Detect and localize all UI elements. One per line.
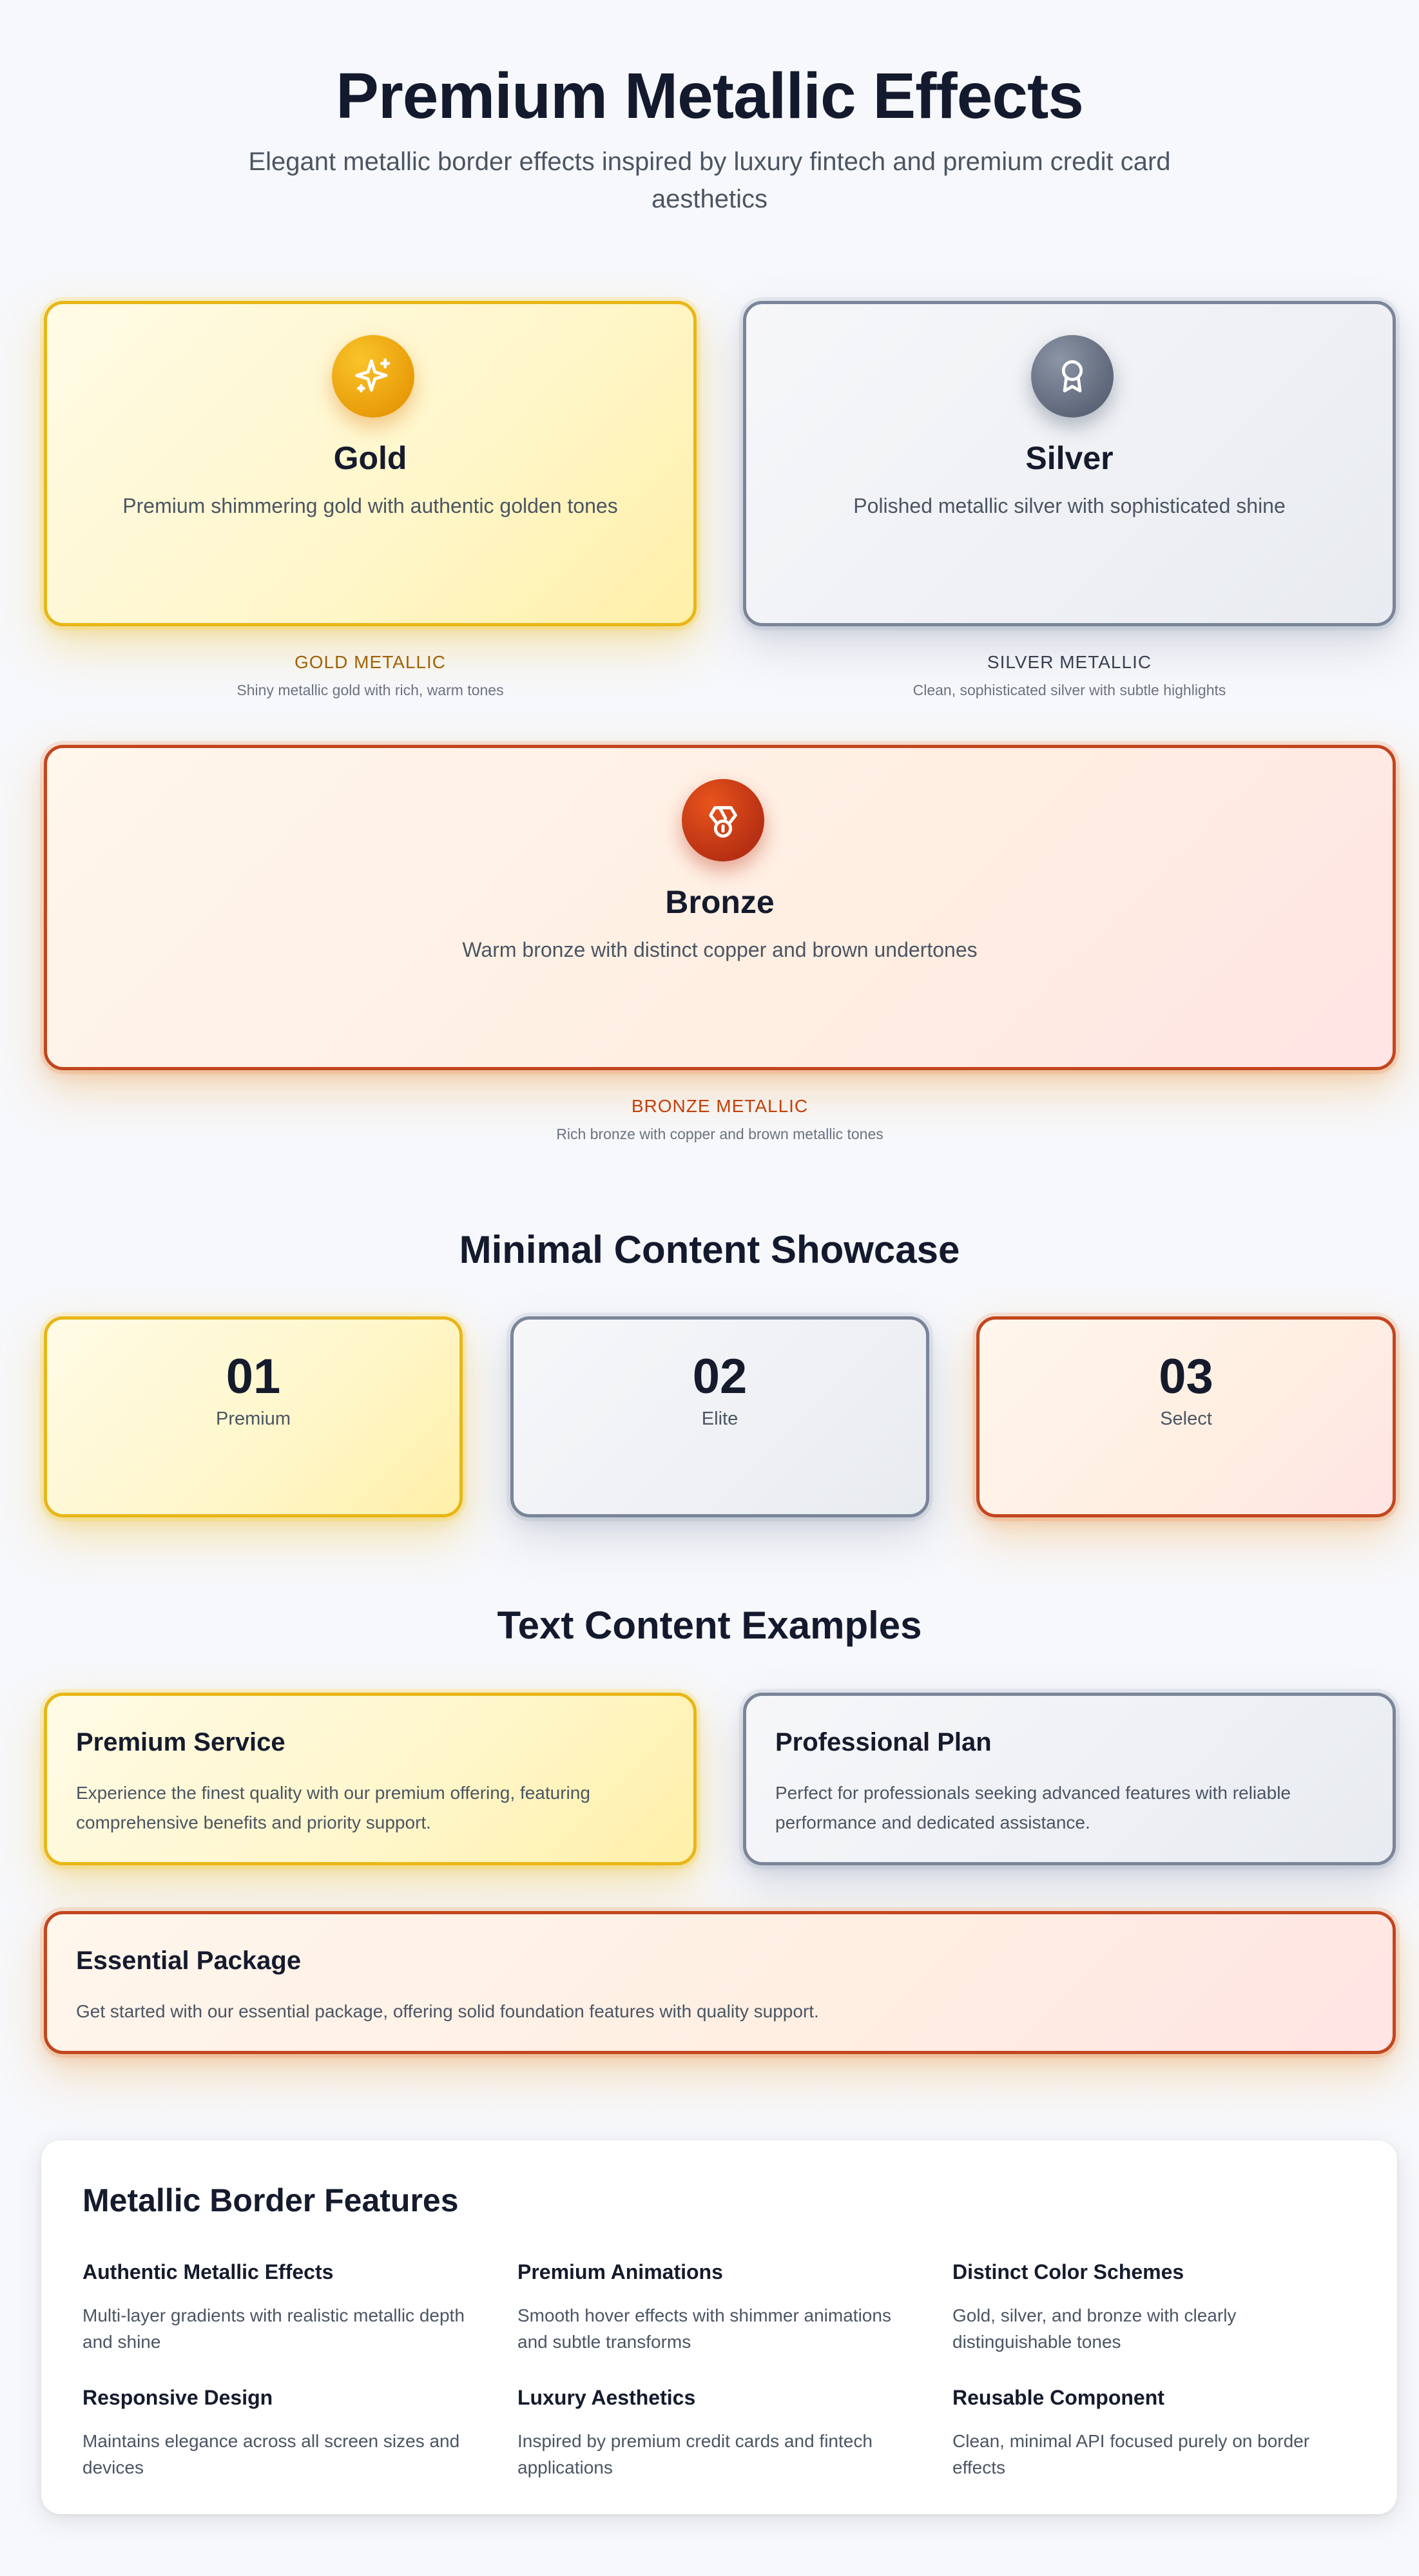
text-card-professional-plan[interactable]: Professional Plan Perfect for profession… <box>743 1693 1396 1865</box>
minimal-card-premium[interactable]: 01 Premium <box>44 1316 463 1517</box>
feature-desc: Multi-layer gradients with realistic met… <box>82 2305 465 2352</box>
bronze-card[interactable]: Bronze Warm bronze with distinct copper … <box>44 745 1396 1070</box>
minimal-label: Premium <box>215 1408 291 1429</box>
feature-title: Premium Animations <box>517 2260 723 2283</box>
feature-title: Authentic Metallic Effects <box>82 2260 334 2283</box>
feature-item: Luxury Aesthetics Inspired by premium cr… <box>517 2386 917 2481</box>
feature-desc: Gold, silver, and bronze with clearly di… <box>952 2305 1237 2352</box>
gold-caption-label: GOLD METALLIC <box>294 652 446 672</box>
medal-icon <box>682 779 764 861</box>
bronze-caption-label: BRONZE METALLIC <box>631 1096 809 1116</box>
feature-item: Distinct Color Schemes Gold, silver, and… <box>952 2260 1352 2355</box>
silver-description: Polished metallic silver with sophistica… <box>853 494 1286 517</box>
minimal-section-title: Minimal Content Showcase <box>459 1228 960 1271</box>
feature-title: Luxury Aesthetics <box>517 2386 696 2409</box>
text-card-title: Essential Package <box>76 1946 302 1975</box>
feature-title: Distinct Color Schemes <box>952 2260 1184 2283</box>
minimal-number: 03 <box>1159 1349 1213 1404</box>
bronze-caption-desc: Rich bronze with copper and brown metall… <box>556 1126 883 1142</box>
text-card-premium-service[interactable]: Premium Service Experience the finest qu… <box>44 1693 697 1865</box>
feature-desc: Clean, minimal API focused purely on bor… <box>952 2431 1310 2477</box>
feature-item: Responsive Design Maintains elegance acr… <box>82 2386 482 2481</box>
gold-description: Premium shimmering gold with authentic g… <box>122 494 618 517</box>
text-card-title: Professional Plan <box>775 1728 992 1756</box>
silver-title: Silver <box>1025 440 1114 476</box>
gold-caption-desc: Shiny metallic gold with rich, warm tone… <box>236 682 504 698</box>
minimal-card-select[interactable]: 03 Select <box>976 1316 1396 1517</box>
text-card-essential-package[interactable]: Essential Package Get started with our e… <box>44 1911 1396 2054</box>
silver-caption-label: SILVER METALLIC <box>987 652 1152 672</box>
text-card-title: Premium Service <box>76 1728 285 1756</box>
minimal-number: 01 <box>226 1349 281 1404</box>
gold-title: Gold <box>333 440 407 476</box>
minimal-card-elite[interactable]: 02 Elite <box>510 1316 929 1517</box>
feature-item: Reusable Component Clean, minimal API fo… <box>952 2386 1352 2481</box>
text-card-body: Experience the finest quality with our p… <box>76 1783 590 1832</box>
feature-item: Authentic Metallic Effects Multi-layer g… <box>82 2260 482 2355</box>
page-title: Premium Metallic Effects <box>336 60 1084 132</box>
minimal-label: Select <box>1160 1408 1212 1429</box>
features-panel: Metallic Border Features Authentic Metal… <box>41 2140 1397 2514</box>
minimal-number: 02 <box>692 1349 748 1404</box>
bronze-title: Bronze <box>665 884 775 920</box>
text-section-title: Text Content Examples <box>497 1604 922 1647</box>
feature-item: Premium Animations Smooth hover effects … <box>517 2260 917 2355</box>
feature-desc: Inspired by premium credit cards and fin… <box>517 2431 873 2477</box>
sparkles-icon <box>332 335 414 418</box>
page: Premium Metallic Effects Elegant metalli… <box>0 0 1419 2576</box>
page-subtitle: Elegant metallic border effects inspired… <box>248 148 1171 213</box>
feature-title: Responsive Design <box>82 2386 273 2409</box>
features-title: Metallic Border Features <box>82 2182 459 2218</box>
feature-title: Reusable Component <box>952 2386 1164 2409</box>
bronze-description: Warm bronze with distinct copper and bro… <box>462 938 978 961</box>
text-card-body: Get started with our essential package, … <box>76 2001 819 2021</box>
gold-card[interactable]: Gold Premium shimmering gold with authen… <box>44 301 697 626</box>
silver-card[interactable]: Silver Polished metallic silver with sop… <box>743 301 1396 626</box>
minimal-label: Elite <box>701 1408 738 1429</box>
silver-caption-desc: Clean, sophisticated silver with subtle … <box>912 682 1226 698</box>
text-card-body: Perfect for professionals seeking advanc… <box>775 1783 1291 1832</box>
feature-desc: Smooth hover effects with shimmer animat… <box>517 2305 891 2352</box>
feature-desc: Maintains elegance across all screen siz… <box>82 2431 460 2477</box>
award-icon <box>1031 335 1114 418</box>
